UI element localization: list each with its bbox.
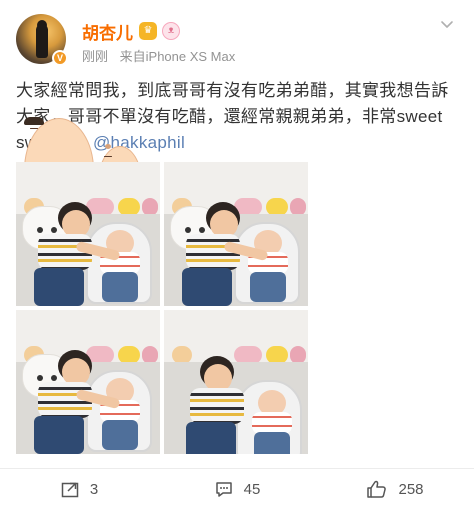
post-time: 刚刚: [82, 49, 109, 64]
thumbs-up-icon: [367, 480, 387, 498]
photo-4[interactable]: [164, 310, 308, 454]
action-divider: [0, 468, 474, 469]
like-button[interactable]: 258: [316, 472, 474, 506]
photo-2[interactable]: [164, 162, 308, 306]
photo-3[interactable]: [16, 310, 160, 454]
gold-member-icon[interactable]: ♛: [139, 22, 157, 40]
comment-count: 45: [243, 480, 261, 498]
repost-icon: [61, 482, 79, 498]
mention-link[interactable]: @hakkaphil: [93, 133, 185, 152]
chevron-down-icon[interactable]: [440, 18, 454, 32]
verified-icon: V: [52, 50, 68, 66]
author-row: 胡杏儿 ♛ ᴥ: [82, 19, 180, 44]
like-count: 258: [398, 480, 424, 498]
weibo-post-card: V 胡杏儿 ♛ ᴥ 刚刚 来自iPhone XS Max 大家經常問我，到底哥哥…: [0, 0, 474, 512]
post-text: 大家經常問我，到底哥哥有沒有吃弟弟醋，其實我想告訴大家，哥哥不單沒有吃醋，還經常…: [16, 78, 460, 222]
comment-icon: [215, 482, 232, 497]
repost-count: 3: [89, 480, 99, 498]
action-bar: 3 45 258: [0, 472, 474, 506]
post-source: 来自iPhone XS Max: [119, 49, 236, 64]
photo-1[interactable]: [16, 162, 160, 306]
emoji-group: ?: [24, 117, 142, 222]
photo-grid: [16, 162, 308, 454]
post-header: V 胡杏儿 ♛ ᴥ 刚刚 来自iPhone XS Max: [16, 14, 460, 66]
author-name[interactable]: 胡杏儿: [82, 19, 133, 44]
post-meta: 刚刚 来自iPhone XS Max: [82, 46, 235, 65]
repost-button[interactable]: 3: [0, 472, 158, 506]
pink-pig-badge-icon[interactable]: ᴥ: [162, 22, 180, 40]
comment-button[interactable]: 45: [158, 472, 316, 506]
